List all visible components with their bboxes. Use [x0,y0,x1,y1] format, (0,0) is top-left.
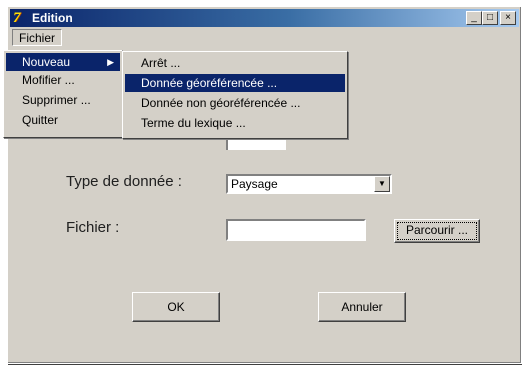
menu-item-quitter[interactable]: Quitter [6,111,120,129]
submenu-arrow-icon: ▶ [107,57,114,67]
submenu-item-donnee-georef[interactable]: Donnée géoréférencée ... [125,74,345,92]
submenu-item-terme-lexique[interactable]: Terme du lexique ... [125,114,345,132]
fichier-dropdown: Nouveau ▶ Mofifier ... Supprimer ... Qui… [3,50,123,138]
menu-bar: Fichier [10,29,519,47]
submenu-item-donnee-non-georef[interactable]: Donnée non géoréférencée ... [125,94,345,112]
type-select-value: Paysage [231,177,278,191]
combo-button[interactable] [286,140,300,150]
type-label: Type de donnée : [66,173,182,190]
window-title: Edition [32,11,73,25]
chevron-down-icon[interactable]: ▼ [374,176,390,192]
close-button[interactable]: × [500,11,516,25]
fichier-label: Fichier : [66,219,120,236]
app-logo-icon: 7 [13,10,21,26]
submenu-item-arret[interactable]: Arrêt ... [125,54,345,72]
menu-fichier[interactable]: Fichier [12,29,63,46]
ok-button[interactable]: OK [132,292,220,322]
menu-item-modifier[interactable]: Mofifier ... [6,71,120,89]
menu-item-label: Nouveau [22,55,71,69]
title-bar[interactable]: 7 Edition _ □ × [10,9,519,27]
menu-item-nouveau[interactable]: Nouveau ▶ [6,53,120,71]
menu-item-supprimer[interactable]: Supprimer ... [6,91,120,109]
fichier-input[interactable] [226,219,366,241]
minimize-button[interactable]: _ [466,11,482,25]
cancel-button[interactable]: Annuler [318,292,406,322]
nouveau-submenu: Arrêt ... Donnée géoréférencée ... Donné… [122,51,348,139]
maximize-button[interactable]: □ [482,11,498,25]
type-select[interactable]: Paysage ▼ [226,174,392,194]
hidden-combo[interactable] [226,140,300,150]
browse-button[interactable]: Parcourir ... [394,219,480,243]
